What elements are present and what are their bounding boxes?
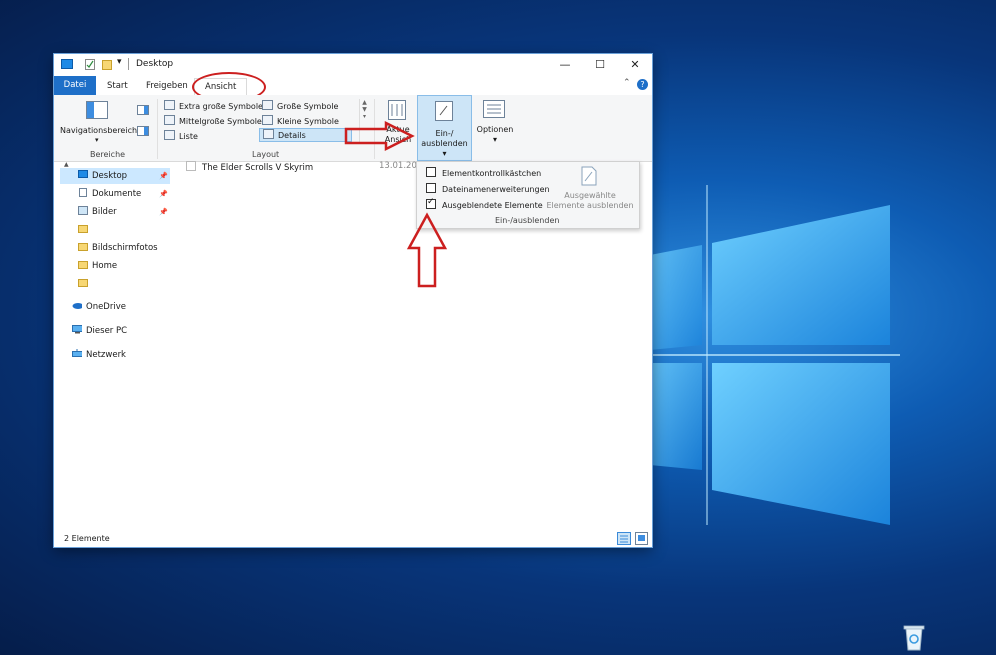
- desktop-icon: [78, 170, 88, 178]
- current-view-icon[interactable]: [388, 100, 406, 120]
- desktop-folder-icon: [61, 59, 73, 69]
- list-item[interactable]: The Elder Scrolls V Skyrim: [186, 161, 313, 173]
- close-button[interactable]: ✕: [618, 56, 652, 74]
- sidebar-item-folder[interactable]: [62, 222, 186, 238]
- item-checkbox[interactable]: [186, 161, 196, 171]
- option-item-checkboxes[interactable]: Elementkontrollkästchen: [426, 167, 541, 178]
- sidebar-item-bildschirmfotos[interactable]: Bildschirmfotos: [62, 240, 186, 256]
- recycle-bin-icon[interactable]: [899, 622, 929, 652]
- hide-selected-icon[interactable]: [581, 166, 597, 186]
- details-icon: [263, 129, 274, 139]
- sidebar-item-dieser-pc[interactable]: Dieser PC: [62, 323, 180, 339]
- minimize-button[interactable]: —: [548, 56, 582, 74]
- pin-icon[interactable]: 📌: [159, 168, 168, 184]
- layout-large-icons[interactable]: Große Symbole: [262, 100, 338, 111]
- options-icon[interactable]: [483, 100, 505, 118]
- computer-icon: [72, 325, 82, 334]
- details-view-toggle-icon[interactable]: [617, 532, 631, 545]
- annotation-arrow-up: [406, 212, 448, 288]
- tab-datei[interactable]: Datei: [54, 76, 96, 95]
- documents-icon: [79, 188, 87, 197]
- window-title: Desktop: [136, 59, 174, 69]
- group-label-show-hide: Ein-/ausblenden: [495, 216, 560, 225]
- title-bar: ▾ Desktop — ☐ ✕: [54, 54, 652, 76]
- maximize-button[interactable]: ☐: [583, 56, 617, 74]
- windows-logo-wallpaper: [640, 185, 900, 525]
- new-folder-icon[interactable]: [102, 59, 112, 70]
- tab-start[interactable]: Start: [107, 78, 128, 95]
- title-separator: [128, 58, 129, 70]
- pin-icon[interactable]: 📌: [159, 204, 168, 220]
- hide-selected-button[interactable]: Ausgewählte Elemente ausblenden: [545, 191, 635, 211]
- options-button[interactable]: Optionen ▾: [474, 125, 516, 145]
- collapse-ribbon-icon[interactable]: ⌃: [623, 78, 631, 88]
- navigation-pane-button[interactable]: Navigationsbereich: [60, 126, 137, 135]
- chevron-down-icon[interactable]: ▾: [95, 136, 99, 144]
- option-hidden-items[interactable]: Ausgeblendete Elemente: [426, 197, 543, 210]
- navigation-pane: ▲ Desktop 📌 Dokumente 📌 Bilder 📌 Bildsch…: [54, 161, 174, 531]
- qat-dropdown-icon[interactable]: ▾: [117, 57, 122, 67]
- show-hide-button[interactable]: Ein-/ausblenden ▾: [417, 95, 472, 161]
- sidebar-item-bilder[interactable]: Bilder 📌: [62, 204, 170, 220]
- help-icon[interactable]: ?: [637, 79, 648, 90]
- show-hide-icon: [435, 101, 453, 121]
- group-label-bereiche: Bereiche: [90, 150, 126, 159]
- tab-freigeben[interactable]: Freigeben: [146, 78, 188, 95]
- cloud-icon: [72, 303, 82, 309]
- scroll-up-icon[interactable]: ▲: [64, 161, 69, 168]
- sidebar-item-home[interactable]: Home: [62, 258, 186, 274]
- show-hide-dropdown: Elementkontrollkästchen Dateinamenerweit…: [416, 161, 640, 229]
- layout-medium-icons[interactable]: Mittelgroße Symbole: [164, 115, 262, 126]
- group-label-layout: Layout: [252, 150, 280, 159]
- large-icons-view-toggle-icon[interactable]: [635, 532, 648, 545]
- folder-icon: [78, 279, 88, 287]
- preview-pane-icon[interactable]: [137, 105, 149, 115]
- sidebar-item-onedrive[interactable]: OneDrive: [62, 299, 180, 315]
- folder-icon: [78, 225, 88, 233]
- item-count: 2 Elemente: [64, 534, 110, 543]
- layout-list[interactable]: Liste: [164, 130, 198, 141]
- small-icons-icon: [262, 115, 273, 125]
- sidebar-item-dokumente[interactable]: Dokumente 📌: [62, 186, 170, 202]
- annotation-arrow-right: [344, 121, 415, 152]
- folder-icon: [78, 243, 88, 251]
- properties-icon[interactable]: [85, 59, 95, 70]
- network-icon: [72, 349, 82, 357]
- extra-large-icons-icon: [164, 100, 175, 110]
- pin-icon[interactable]: 📌: [159, 186, 168, 202]
- list-icon: [164, 130, 175, 140]
- item-checkboxes-checkbox[interactable]: [426, 167, 436, 177]
- layout-small-icons[interactable]: Kleine Symbole: [262, 115, 339, 126]
- layout-extra-large-icons[interactable]: Extra große Symbole: [164, 100, 263, 111]
- file-extensions-checkbox[interactable]: [426, 183, 436, 193]
- folder-icon: [78, 261, 88, 269]
- sidebar-item-netzwerk[interactable]: Netzwerk: [62, 347, 180, 363]
- layout-details[interactable]: Details: [259, 128, 352, 142]
- hidden-items-checkbox[interactable]: [426, 197, 436, 209]
- option-file-extensions[interactable]: Dateinamenerweiterungen: [426, 183, 550, 194]
- sidebar-item-desktop[interactable]: Desktop 📌: [60, 168, 170, 184]
- navigation-pane-icon[interactable]: [86, 101, 108, 119]
- sidebar-item-folder[interactable]: [62, 276, 186, 292]
- ribbon-separator: [157, 99, 158, 159]
- details-pane-icon[interactable]: [137, 126, 149, 136]
- medium-icons-icon: [164, 115, 175, 125]
- ribbon-tabs: Datei Start Freigeben Ansicht ⌃ ?: [54, 76, 652, 97]
- large-icons-icon: [262, 100, 273, 110]
- pictures-icon: [78, 206, 88, 215]
- status-bar: 2 Elemente: [54, 531, 652, 547]
